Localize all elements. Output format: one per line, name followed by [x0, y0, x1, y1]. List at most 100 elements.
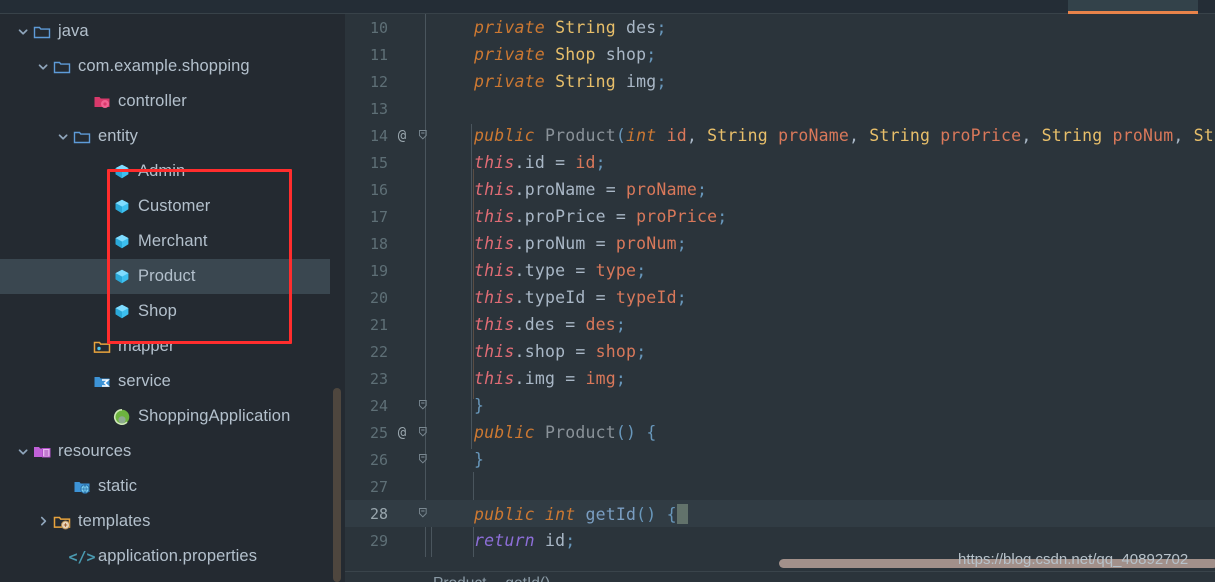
tree-item-label: Shop: [138, 302, 177, 320]
breadcrumb[interactable]: Product › getId(): [345, 571, 1215, 582]
text-caret: [676, 503, 688, 524]
code-text[interactable]: this.proPrice = proPrice;: [434, 207, 727, 226]
fold-minus-icon[interactable]: [414, 128, 434, 143]
code-text[interactable]: private Shop shop;: [434, 45, 656, 64]
code-line[interactable]: 27: [345, 473, 1215, 500]
line-number: 14: [369, 126, 388, 145]
code-token: String: [869, 126, 931, 145]
tree-item-service[interactable]: service: [0, 364, 345, 399]
code-token: Product: [544, 423, 616, 442]
code-token: proNum: [1102, 126, 1174, 145]
code-line[interactable]: 29 return id;: [345, 527, 1215, 554]
tree-item-entity[interactable]: entity: [0, 119, 345, 154]
code-line[interactable]: 14 @ public Product(int id, String proName…: [345, 122, 1215, 149]
code-token: proNum: [615, 234, 677, 253]
tree-item-label: com.example.shopping: [78, 57, 250, 75]
code-token: public: [474, 423, 535, 442]
code-line[interactable]: 20 this.typeId = typeId;: [345, 284, 1215, 311]
fold-minus-icon[interactable]: [414, 452, 434, 467]
code-token: proPrice: [524, 207, 606, 226]
tree-item-controller[interactable]: controller: [0, 84, 345, 119]
tree-item-static[interactable]: static: [0, 469, 345, 504]
code-text[interactable]: this.id = id;: [434, 153, 606, 172]
tree-item-product[interactable]: Product: [0, 259, 345, 294]
code-text[interactable]: this.des = des;: [434, 315, 626, 334]
line-number: 24: [369, 396, 388, 415]
code-line[interactable]: 26}: [345, 446, 1215, 473]
code-token: ;: [676, 288, 687, 307]
code-text[interactable]: private String img;: [434, 72, 667, 91]
code-token: img: [585, 369, 616, 388]
code-text[interactable]: this.proName = proName;: [434, 180, 707, 199]
code-text[interactable]: this.type = type;: [434, 261, 646, 280]
code-line[interactable]: 22 this.shop = shop;: [345, 338, 1215, 365]
tree-item-application-properties[interactable]: </> application.properties: [0, 539, 345, 574]
tree-item-shop[interactable]: Shop: [0, 294, 345, 329]
code-line[interactable]: 21 this.des = des;: [345, 311, 1215, 338]
chevron-down-icon[interactable]: [16, 24, 32, 40]
code-line[interactable]: 23 this.img = img;: [345, 365, 1215, 392]
code-text[interactable]: this.typeId = typeId;: [434, 288, 687, 307]
breadcrumb-item-method[interactable]: getId(): [505, 575, 550, 582]
project-tree[interactable]: java com.example.shopping controller entity…: [0, 14, 345, 574]
tree-item-merchant[interactable]: Merchant: [0, 224, 345, 259]
code-text[interactable]: return id;: [434, 531, 575, 550]
tree-item-shoppingapplication[interactable]: ShoppingApplication: [0, 399, 345, 434]
code-token: ;: [615, 369, 627, 388]
code-line[interactable]: 19 this.type = type;: [345, 257, 1215, 284]
sidebar-scrollbar-thumb-lower[interactable]: [333, 388, 341, 582]
code-text[interactable]: private String des;: [434, 18, 667, 37]
code-token: Shop: [555, 45, 596, 64]
code-line[interactable]: 18 this.proNum = proNum;: [345, 230, 1215, 257]
code-text[interactable]: this.shop = shop;: [434, 342, 646, 361]
tree-item-label: entity: [98, 127, 139, 145]
fold-minus-icon[interactable]: [414, 425, 434, 440]
code-token: id: [575, 153, 596, 172]
tree-item-templates[interactable]: templates: [0, 504, 345, 539]
code-token: ,: [849, 126, 870, 145]
chevron-down-icon[interactable]: [16, 444, 32, 460]
line-number: 27: [369, 477, 388, 496]
tree-item-label: resources: [58, 442, 132, 460]
code-text[interactable]: public Product() {: [434, 423, 656, 442]
breadcrumb-item-class[interactable]: Product: [433, 575, 486, 582]
code-text[interactable]: this.img = img;: [434, 369, 626, 388]
code-text[interactable]: public int getId() {: [434, 503, 688, 524]
annotation-gutter-marker[interactable]: @: [390, 425, 414, 441]
code-line[interactable]: 10 private String des;: [345, 14, 1215, 41]
tree-item-java[interactable]: java: [0, 14, 345, 49]
folder-blue-icon: [32, 23, 52, 41]
code-token: id: [524, 153, 545, 172]
tree-item-customer[interactable]: Customer: [0, 189, 345, 224]
code-token: =: [605, 207, 637, 226]
code-line[interactable]: 24}: [345, 392, 1215, 419]
chevron-right-icon[interactable]: [36, 514, 52, 530]
code-editor-panel[interactable]: 10 private String des; 11 private Shop shop…: [345, 14, 1215, 582]
tree-item-resources[interactable]: resources: [0, 434, 345, 469]
code-text[interactable]: this.proNum = proNum;: [434, 234, 687, 253]
code-line[interactable]: 11 private Shop shop;: [345, 41, 1215, 68]
project-panel[interactable]: java com.example.shopping controller entity…: [0, 14, 345, 582]
code-line[interactable]: 16 this.proName = proName;: [345, 176, 1215, 203]
tree-item-admin[interactable]: Admin: [0, 154, 345, 189]
code-line[interactable]: 15 this.id = id;: [345, 149, 1215, 176]
tree-item-com-example-shopping[interactable]: com.example.shopping: [0, 49, 345, 84]
fold-minus-icon[interactable]: [414, 398, 434, 413]
tree-item-mapper[interactable]: mapper: [0, 329, 345, 364]
code-line[interactable]: 13: [345, 95, 1215, 122]
code-text[interactable]: public Product(int id, String proName, S…: [434, 126, 1215, 145]
code-area[interactable]: 10 private String des; 11 private Shop shop…: [345, 14, 1215, 557]
chevron-down-icon[interactable]: [56, 129, 72, 145]
code-line[interactable]: 12 private String img;: [345, 68, 1215, 95]
annotation-gutter-marker[interactable]: @: [390, 128, 414, 144]
code-text[interactable]: }: [434, 396, 484, 415]
code-token: String: [555, 18, 616, 37]
fold-minus-icon[interactable]: [414, 506, 434, 521]
code-line[interactable]: 25 @ public Product() {: [345, 419, 1215, 446]
code-line[interactable]: 17 this.proPrice = proPrice;: [345, 203, 1215, 230]
code-line[interactable]: 28 public int getId() {: [345, 500, 1215, 527]
chevron-down-icon[interactable]: [36, 59, 52, 75]
code-text[interactable]: }: [434, 450, 484, 469]
